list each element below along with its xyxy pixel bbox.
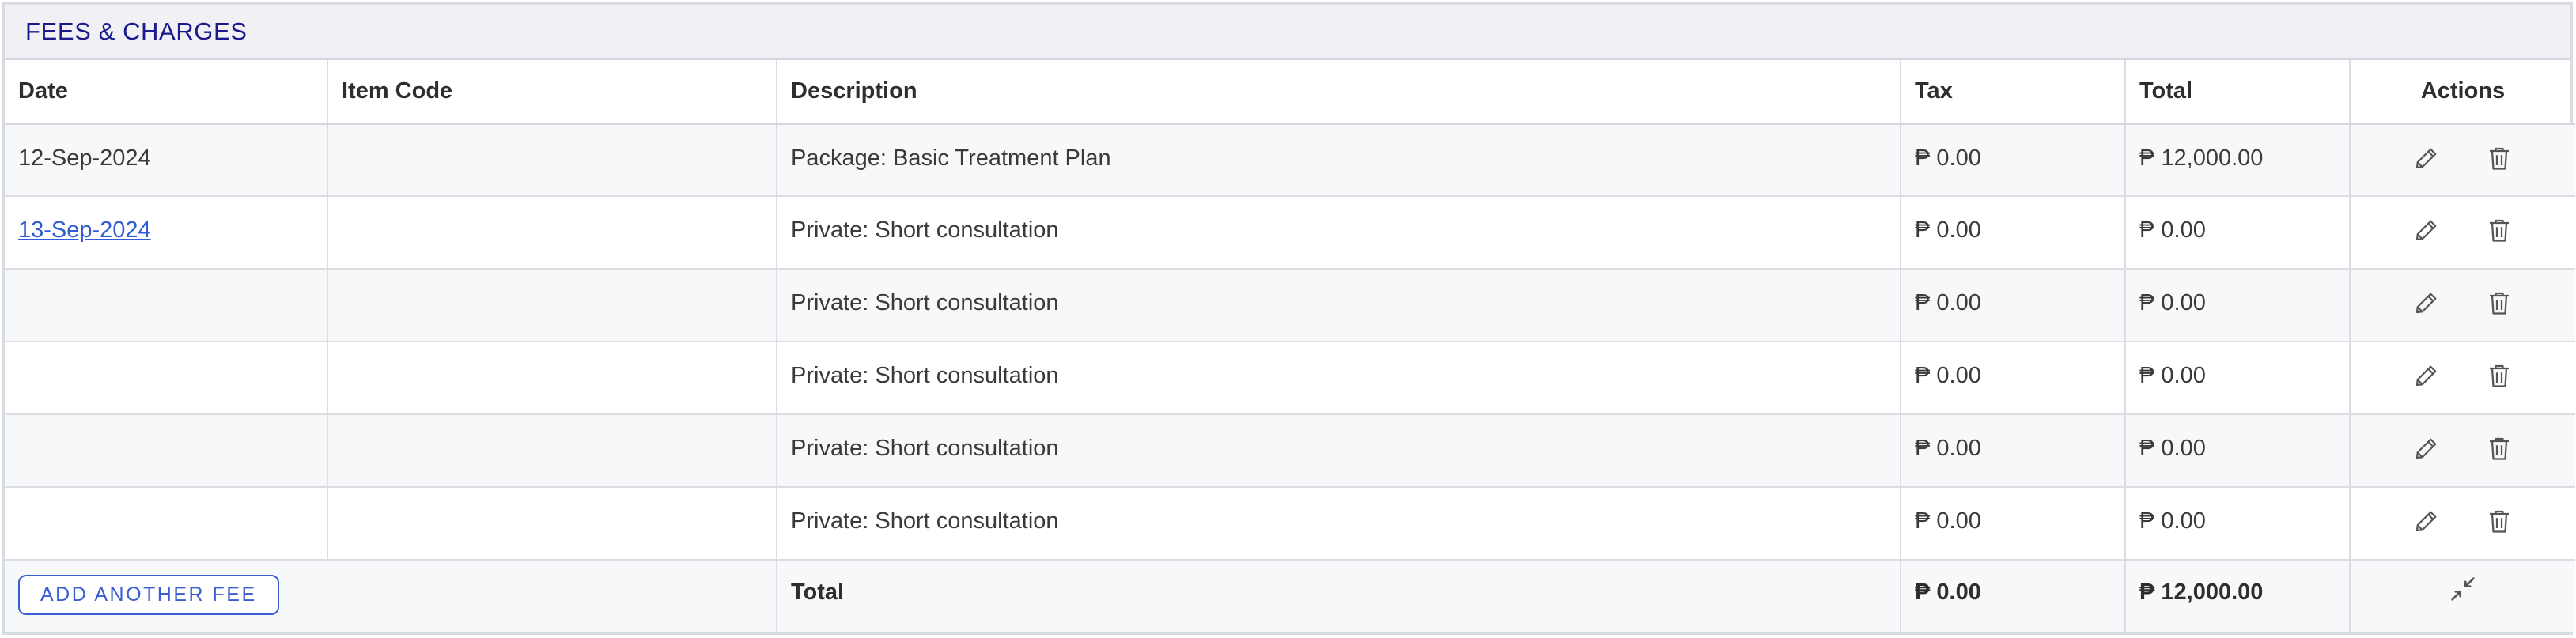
cell-date <box>5 487 328 561</box>
trash-icon[interactable] <box>2482 504 2517 538</box>
cell-tax: ₱ 0.00 <box>1901 269 2126 342</box>
cell-item-code <box>327 269 777 342</box>
cell-tax: ₱ 0.00 <box>1901 487 2126 561</box>
cell-description: Private: Short consultation <box>777 414 1901 488</box>
cell-date <box>5 414 328 488</box>
column-header-date: Date <box>5 60 328 125</box>
total-label: Total <box>777 560 1901 632</box>
cell-item-code <box>327 487 777 561</box>
panel-title: FEES & CHARGES <box>25 17 248 45</box>
table-row: Private: Short consultation ₱ 0.00 ₱ 0.00 <box>5 269 2575 342</box>
table-row: Private: Short consultation ₱ 0.00 ₱ 0.00 <box>5 414 2575 488</box>
cell-item-code <box>327 414 777 488</box>
cell-item-code <box>327 342 777 415</box>
cell-tax: ₱ 0.00 <box>1901 342 2126 415</box>
pencil-icon[interactable] <box>2409 431 2444 466</box>
pencil-icon[interactable] <box>2409 504 2444 538</box>
grand-total: ₱ 12,000.00 <box>2125 560 2351 632</box>
fees-charges-panel: FEES & CHARGES Date Item Code Descriptio… <box>2 2 2575 635</box>
column-header-item-code: Item Code <box>327 60 777 125</box>
cell-tax: ₱ 0.00 <box>1901 414 2126 488</box>
column-header-total: Total <box>2125 60 2351 125</box>
footer-actions-cell <box>2350 560 2575 632</box>
cell-actions <box>2350 414 2575 488</box>
cell-total: ₱ 0.00 <box>2125 196 2351 270</box>
cell-description: Private: Short consultation <box>777 196 1901 270</box>
cell-total: ₱ 12,000.00 <box>2125 123 2351 197</box>
cell-actions <box>2350 123 2575 197</box>
table-row: Private: Short consultation ₱ 0.00 ₱ 0.00 <box>5 487 2575 561</box>
cell-description: Private: Short consultation <box>777 342 1901 415</box>
column-header-description: Description <box>777 60 1901 125</box>
cell-date: 12-Sep-2024 <box>5 123 328 197</box>
cell-description: Package: Basic Treatment Plan <box>777 123 1901 197</box>
cell-total: ₱ 0.00 <box>2125 414 2351 488</box>
cell-date <box>5 269 328 342</box>
table-row: Private: Short consultation ₱ 0.00 ₱ 0.00 <box>5 342 2575 415</box>
trash-icon[interactable] <box>2482 213 2517 247</box>
add-another-fee-button[interactable]: ADD ANOTHER FEE <box>18 575 279 615</box>
table-footer-row: ADD ANOTHER FEE Total ₱ 0.00 ₱ 12,000.00 <box>5 560 2575 632</box>
pencil-icon[interactable] <box>2409 285 2444 320</box>
table-row: 13-Sep-2024 Private: Short consultation ₱ … <box>5 196 2575 270</box>
cell-total: ₱ 0.00 <box>2125 487 2351 561</box>
cell-tax: ₱ 0.00 <box>1901 196 2126 270</box>
pencil-icon[interactable] <box>2409 358 2444 393</box>
cell-tax: ₱ 0.00 <box>1901 123 2126 197</box>
fee-rows: 12-Sep-2024 Package: Basic Treatment Plan… <box>5 123 2575 561</box>
cell-actions <box>2350 342 2575 415</box>
total-tax: ₱ 0.00 <box>1901 560 2126 632</box>
cell-date: 13-Sep-2024 <box>5 196 328 270</box>
cell-actions <box>2350 269 2575 342</box>
fees-table: Date Item Code Description Tax Total Act… <box>5 60 2575 632</box>
table-header-row: Date Item Code Description Tax Total Act… <box>5 60 2575 125</box>
panel-header: FEES & CHARGES <box>5 5 2570 60</box>
cell-description: Private: Short consultation <box>777 269 1901 342</box>
collapse-arrows-icon[interactable] <box>2445 572 2480 606</box>
cell-actions <box>2350 196 2575 270</box>
trash-icon[interactable] <box>2482 285 2517 320</box>
column-header-tax: Tax <box>1901 60 2126 125</box>
pencil-icon[interactable] <box>2409 141 2444 176</box>
column-header-actions: Actions <box>2350 60 2575 125</box>
cell-total: ₱ 0.00 <box>2125 342 2351 415</box>
trash-icon[interactable] <box>2482 431 2517 466</box>
trash-icon[interactable] <box>2482 141 2517 176</box>
trash-icon[interactable] <box>2482 358 2517 393</box>
cell-date <box>5 342 328 415</box>
date-link[interactable]: 13-Sep-2024 <box>18 217 151 243</box>
add-fee-cell: ADD ANOTHER FEE <box>5 560 777 632</box>
pencil-icon[interactable] <box>2409 213 2444 247</box>
cell-description: Private: Short consultation <box>777 487 1901 561</box>
cell-total: ₱ 0.00 <box>2125 269 2351 342</box>
table-row: 12-Sep-2024 Package: Basic Treatment Plan… <box>5 123 2575 197</box>
cell-actions <box>2350 487 2575 561</box>
cell-item-code <box>327 196 777 270</box>
cell-item-code <box>327 123 777 197</box>
